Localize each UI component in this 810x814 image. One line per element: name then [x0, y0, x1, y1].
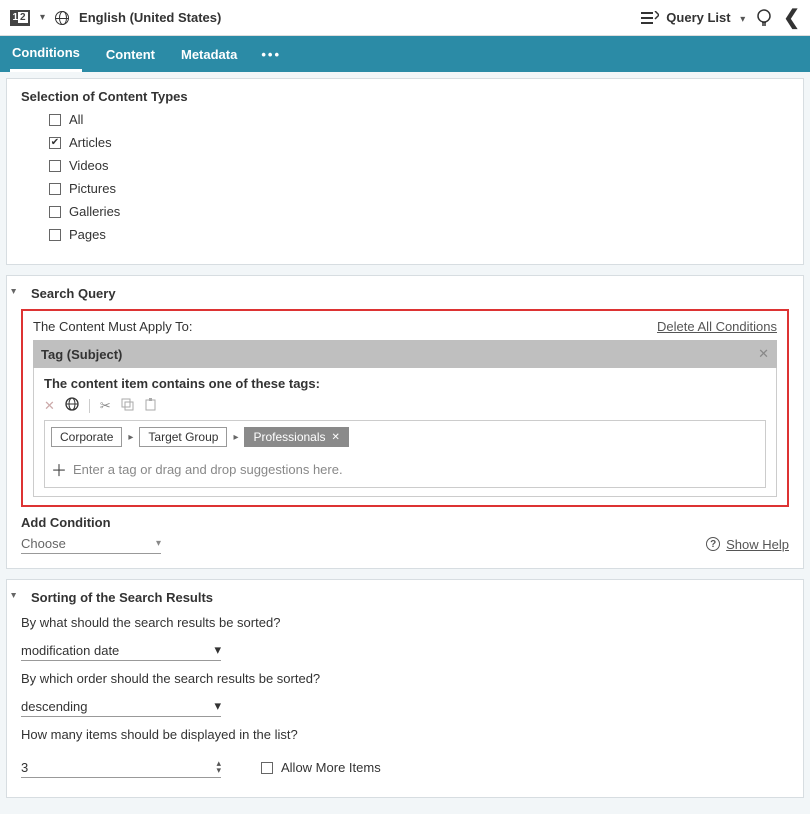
chevron-down-icon: ▾ — [156, 538, 161, 549]
sort-by-question: By what should the search results be sor… — [21, 615, 789, 630]
chevron-down-icon: ▾ — [214, 698, 221, 714]
show-help-link[interactable]: Show Help — [726, 537, 789, 552]
tab-conditions[interactable]: Conditions — [10, 36, 82, 72]
tab-bar: Conditions Content Metadata ••• — [0, 36, 810, 72]
remove-condition-button[interactable]: ✕ — [758, 346, 769, 362]
breadcrumb-arrow-icon: ▸ — [128, 432, 133, 443]
search-query-panel: ▸ Search Query The Content Must Apply To… — [6, 275, 804, 569]
content-type-row: Videos — [49, 158, 789, 173]
stepper-icon[interactable]: ▴▾ — [216, 760, 221, 774]
globe-icon — [55, 11, 69, 25]
content-type-label: Pages — [69, 227, 106, 242]
add-condition-value: Choose — [21, 536, 66, 551]
collapse-chevron-icon[interactable]: ❮ — [783, 5, 800, 30]
sorting-title: Sorting of the Search Results — [21, 590, 789, 605]
tag-header-label: Tag (Subject) — [41, 347, 122, 362]
app-logo: 12 — [10, 10, 30, 26]
item-count-value: 3 — [21, 760, 28, 775]
sort-by-select[interactable]: modification date ▾ — [21, 640, 221, 661]
content-type-checkbox[interactable] — [49, 137, 61, 149]
content-type-row: All — [49, 112, 789, 127]
tag-breadcrumb-box: Corporate ▸ Target Group ▸ Professionals✕ ＋ … — [44, 420, 766, 488]
tag-instruction: The content item contains one of these t… — [44, 376, 766, 391]
tag-condition-header: Tag (Subject) ✕ — [33, 340, 777, 368]
language-selector[interactable]: English (United States) — [79, 10, 221, 25]
content-type-checkbox[interactable] — [49, 183, 61, 195]
query-list-button[interactable]: Query List ▾ — [641, 10, 746, 26]
item-count-input[interactable]: 3 ▴▾ — [21, 758, 221, 778]
help-icon: ? — [706, 537, 720, 551]
logo-dropdown[interactable]: ▾ — [40, 12, 45, 23]
content-type-label: Videos — [69, 158, 109, 173]
delete-all-conditions-link[interactable]: Delete All Conditions — [657, 319, 777, 334]
content-type-label: Pictures — [69, 181, 116, 196]
tab-content[interactable]: Content — [104, 36, 157, 72]
sort-order-select[interactable]: descending ▾ — [21, 696, 221, 717]
allow-more-label: Allow More Items — [281, 760, 381, 775]
collapse-caret-icon[interactable]: ▸ — [8, 593, 19, 598]
query-list-label: Query List — [666, 10, 730, 25]
plus-icon: ＋ — [51, 457, 67, 481]
tab-more-button[interactable]: ••• — [261, 47, 281, 62]
apply-to-label: The Content Must Apply To: — [33, 319, 192, 334]
paste-icon[interactable] — [144, 398, 157, 414]
search-query-highlight: The Content Must Apply To: Delete All Co… — [21, 309, 789, 507]
query-list-dropdown-icon: ▾ — [740, 14, 745, 25]
chevron-down-icon: ▾ — [214, 642, 221, 658]
content-type-row: Pages — [49, 227, 789, 242]
sort-order-question: By which order should the search results… — [21, 671, 789, 686]
sort-order-value: descending — [21, 699, 88, 714]
add-tag-placeholder: Enter a tag or drag and drop suggestions… — [73, 462, 343, 477]
add-tag-input[interactable]: ＋ Enter a tag or drag and drop suggestio… — [51, 453, 759, 481]
breadcrumb-arrow-icon: ▸ — [233, 432, 238, 443]
sorting-panel: ▸ Sorting of the Search Results By what … — [6, 579, 804, 798]
tab-metadata[interactable]: Metadata — [179, 36, 239, 72]
content-type-label: Galleries — [69, 204, 120, 219]
content-type-checkbox[interactable] — [49, 160, 61, 172]
breadcrumb-item[interactable]: Corporate — [51, 427, 122, 447]
tag-condition-body: The content item contains one of these t… — [33, 368, 777, 497]
content-type-label: Articles — [69, 135, 112, 150]
tag-globe-icon[interactable] — [65, 397, 79, 414]
breadcrumb-selected[interactable]: Professionals✕ — [244, 427, 348, 447]
search-query-title: Search Query — [21, 286, 789, 301]
content-types-panel: Selection of Content Types All Articles Vi… — [6, 78, 804, 265]
sort-by-value: modification date — [21, 643, 119, 658]
delete-tag-icon[interactable]: ✕ — [44, 398, 55, 414]
content-type-row: Articles — [49, 135, 789, 150]
collapse-caret-icon[interactable]: ▸ — [8, 289, 19, 294]
breadcrumb-item[interactable]: Target Group — [139, 427, 227, 447]
add-condition-select[interactable]: Choose ▾ — [21, 534, 161, 554]
content-type-checkbox[interactable] — [49, 206, 61, 218]
content-type-row: Galleries — [49, 204, 789, 219]
content-type-checkbox[interactable] — [49, 229, 61, 241]
tag-toolbar: ✕ ✂ — [44, 397, 766, 414]
top-bar: 12 ▾ English (United States) Query List … — [0, 0, 810, 36]
remove-tag-icon[interactable]: ✕ — [332, 432, 340, 443]
help-lightbulb-icon[interactable] — [755, 8, 773, 28]
content-type-label: All — [69, 112, 83, 127]
content-type-checkbox[interactable] — [49, 114, 61, 126]
allow-more-checkbox[interactable] — [261, 762, 273, 774]
content-type-row: Pictures — [49, 181, 789, 196]
add-condition-label: Add Condition — [21, 515, 789, 530]
content-types-title: Selection of Content Types — [21, 89, 789, 104]
cut-icon[interactable]: ✂ — [100, 398, 111, 414]
copy-icon[interactable] — [121, 398, 134, 414]
item-count-question: How many items should be displayed in th… — [21, 727, 789, 742]
